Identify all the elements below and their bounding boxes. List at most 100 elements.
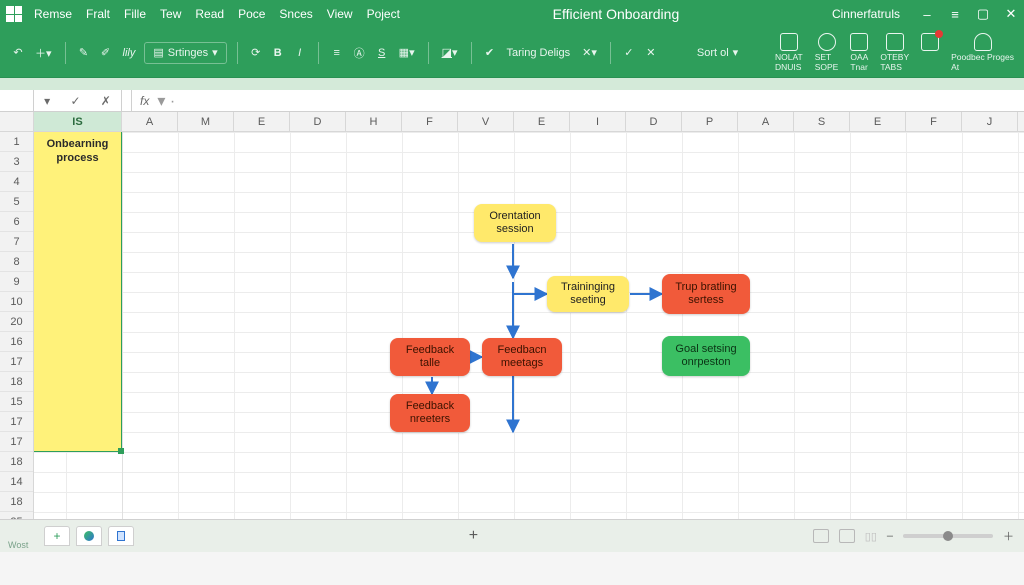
column-header[interactable]: F (906, 112, 962, 131)
selection-handle-icon[interactable] (118, 448, 124, 454)
sort-dropdown[interactable]: Sort ol ▾ (689, 42, 746, 64)
user-name[interactable]: Cinnerfatruls (832, 7, 900, 21)
ribbon-button[interactable]: NOLAT DNUIS (775, 33, 803, 72)
column-header[interactable]: A (738, 112, 794, 131)
formula-input[interactable]: fx ▾ · (132, 90, 1024, 111)
italic-icon[interactable]: I (292, 42, 308, 64)
row-header[interactable]: 5 (0, 192, 33, 212)
row-header[interactable]: 3 (0, 152, 33, 172)
title-cell[interactable]: Onbearning process (34, 132, 121, 172)
accept-icon[interactable]: ✓ (621, 42, 637, 64)
new-sheet-button[interactable]: + (44, 526, 70, 546)
align-icon[interactable]: ≡ (329, 42, 345, 64)
hamburger-icon[interactable]: ≡ (948, 7, 962, 22)
row-header[interactable]: 1 (0, 132, 33, 152)
underline-icon[interactable]: S (374, 42, 390, 64)
row-header[interactable]: 17 (0, 412, 33, 432)
minimize-icon[interactable]: – (920, 7, 934, 22)
highlight-icon[interactable]: ◪▾ (439, 42, 461, 64)
flow-node-orientation[interactable]: Orentation session (474, 204, 556, 242)
row-header[interactable]: 9 (0, 272, 33, 292)
row-header[interactable]: 6 (0, 212, 33, 232)
zoom-slider[interactable] (903, 534, 993, 538)
column-header[interactable]: D (290, 112, 346, 131)
row-header[interactable]: 10 (0, 292, 33, 312)
column-header[interactable]: E (234, 112, 290, 131)
menu-item[interactable]: Poject (367, 7, 400, 21)
brush-icon[interactable]: ✎ (76, 42, 92, 64)
column-header[interactable]: D (626, 112, 682, 131)
menu-item[interactable]: Tew (160, 7, 181, 21)
column-header[interactable]: A (122, 112, 178, 131)
sheet-tab[interactable] (108, 526, 134, 546)
add-icon[interactable]: ＋▾ (32, 42, 55, 64)
menu-item[interactable]: Fille (124, 7, 146, 21)
flow-node-feedback-meeters[interactable]: Feedback nreeters (390, 394, 470, 432)
menu-item[interactable]: Read (195, 7, 224, 21)
sheet-tab[interactable] (76, 526, 102, 546)
menu-item[interactable]: Remse (34, 7, 72, 21)
menu-item[interactable]: View (327, 7, 353, 21)
wavy-text[interactable]: lily (120, 42, 139, 64)
maximize-icon[interactable]: ▢ (976, 6, 990, 22)
column-header[interactable]: E (514, 112, 570, 131)
ribbon-button[interactable]: OAA Tnar (850, 33, 868, 72)
column-header[interactable]: P (682, 112, 738, 131)
refresh-icon[interactable]: ⟳ (248, 42, 264, 64)
zoom-out-icon[interactable]: – (887, 530, 893, 542)
selected-range[interactable]: Onbearning process (34, 132, 122, 452)
flow-node-training[interactable]: Traininging seeting (547, 276, 629, 312)
row-header[interactable]: 20 (0, 312, 33, 332)
spreadsheet-grid[interactable]: IS A M E D H F V E I D P A S E F J 1 3 4… (0, 112, 1024, 552)
flow-node-feedback-table[interactable]: Feedback talle (390, 338, 470, 376)
row-header[interactable]: 16 (0, 332, 33, 352)
ribbon-button[interactable] (921, 33, 939, 51)
ribbon-button[interactable]: SET SOPE (815, 33, 839, 72)
name-box[interactable] (0, 90, 34, 111)
taring-label[interactable]: Taring Deligs (504, 42, 574, 64)
row-header[interactable]: 18 (0, 492, 33, 512)
row-header[interactable]: 8 (0, 252, 33, 272)
fbar-dropdown-icon[interactable]: ▾ (44, 94, 50, 108)
view-pagebreak-icon[interactable] (839, 529, 855, 543)
fbar-accept-icon[interactable]: ✓ (70, 94, 80, 108)
column-header[interactable]: I (570, 112, 626, 131)
pen-icon[interactable]: ✐ (98, 42, 114, 64)
column-header[interactable]: M (178, 112, 234, 131)
reject-icon[interactable]: ✕ (643, 42, 659, 64)
column-header[interactable]: S (794, 112, 850, 131)
flow-node-feedback-meetags[interactable]: Feedbacn meetags (482, 338, 562, 376)
grid-icon[interactable]: ▦▾ (396, 42, 418, 64)
column-header[interactable]: F (402, 112, 458, 131)
fbar-cancel-icon[interactable]: ✗ (101, 94, 111, 108)
flow-node-goal[interactable]: Goal setsing onrpeston (662, 336, 750, 376)
check-pen-icon[interactable]: ✔ (482, 42, 498, 64)
view-normal-icon[interactable] (813, 529, 829, 543)
column-header[interactable]: IS (34, 112, 122, 131)
row-header[interactable]: 4 (0, 172, 33, 192)
column-header[interactable]: H (346, 112, 402, 131)
row-header[interactable]: 17 (0, 352, 33, 372)
ribbon-button[interactable]: OTEBY TABS (880, 33, 909, 72)
column-header[interactable]: J (962, 112, 1018, 131)
menu-item[interactable]: Snces (279, 7, 312, 21)
column-header[interactable]: V (458, 112, 514, 131)
row-header[interactable]: 14 (0, 472, 33, 492)
bold-icon[interactable]: B (270, 42, 286, 64)
row-header[interactable]: 18 (0, 452, 33, 472)
add-center-button[interactable]: + (469, 527, 478, 545)
column-header[interactable]: E (850, 112, 906, 131)
menu-item[interactable]: Poce (238, 7, 265, 21)
fbar-chevron-icon[interactable]: ▾ · (157, 91, 175, 111)
undo-icon[interactable]: ↶ (10, 42, 26, 64)
ribbon-button[interactable]: Poodbec Proges At (951, 33, 1014, 72)
menu-item[interactable]: Fralt (86, 7, 110, 21)
row-header[interactable]: 17 (0, 432, 33, 452)
row-header[interactable]: 15 (0, 392, 33, 412)
settings-dropdown[interactable]: ▤ Srtinges ▾ (144, 42, 226, 64)
zoom-in-icon[interactable]: ＋ (1003, 528, 1014, 544)
select-all-corner[interactable] (0, 112, 34, 131)
paint-icon[interactable]: Ⓐ (351, 42, 368, 64)
clear-x-icon[interactable]: ✕▾ (579, 42, 600, 64)
flow-node-troubling[interactable]: Trup bratling sertess (662, 274, 750, 314)
